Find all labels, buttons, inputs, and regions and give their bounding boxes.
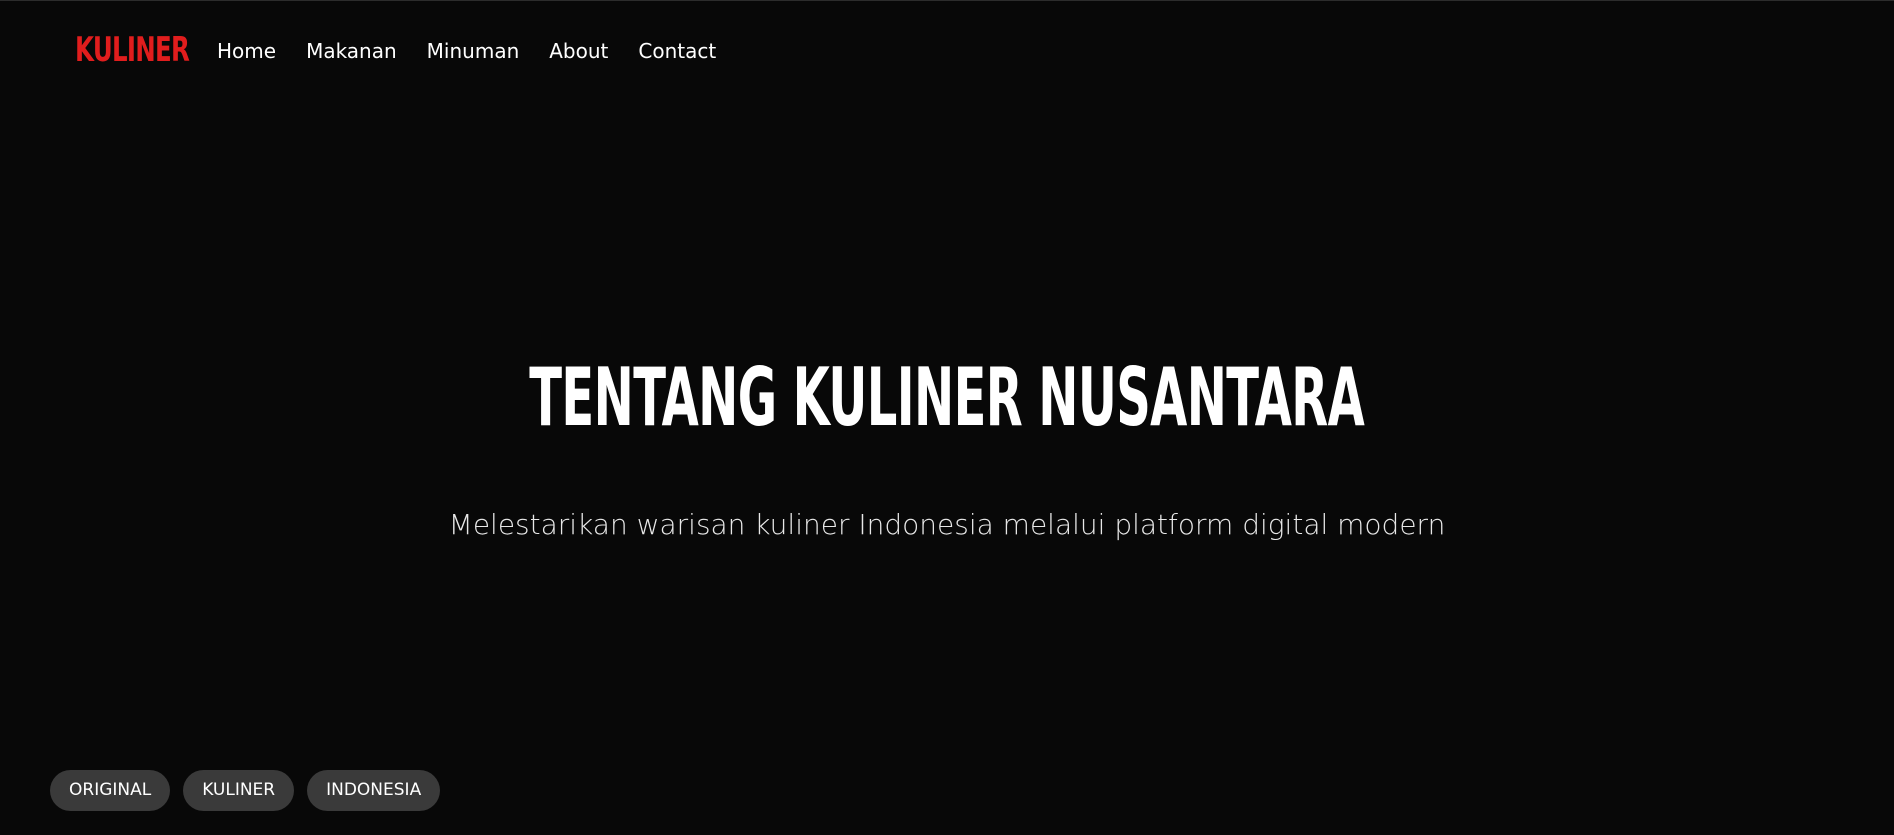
nav-link-contact[interactable]: Contact bbox=[638, 38, 716, 64]
hero-subtitle: Melestarikan warisan kuliner Indonesia m… bbox=[448, 508, 1446, 541]
hero-title: TENTANG KULINER NUSANTARA bbox=[529, 351, 1365, 444]
tag-kuliner: KULINER bbox=[183, 770, 295, 811]
top-navbar: KULINER Home Makanan Minuman About Conta… bbox=[0, 1, 1894, 101]
tag-indonesia: INDONESIA bbox=[307, 770, 441, 811]
nav-link-makanan[interactable]: Makanan bbox=[306, 38, 397, 64]
tag-list: ORIGINAL KULINER INDONESIA bbox=[50, 770, 441, 811]
page: KULINER Home Makanan Minuman About Conta… bbox=[0, 0, 1894, 835]
brand-logo[interactable]: KULINER bbox=[75, 31, 190, 69]
nav-link-minuman[interactable]: Minuman bbox=[427, 38, 520, 64]
tag-original: ORIGINAL bbox=[50, 770, 171, 811]
nav-links: Home Makanan Minuman About Contact bbox=[217, 38, 716, 64]
nav-link-about[interactable]: About bbox=[549, 38, 608, 64]
nav-link-home[interactable]: Home bbox=[217, 38, 276, 64]
hero-title-wrapper: TENTANG KULINER NUSANTARA bbox=[0, 357, 1894, 439]
